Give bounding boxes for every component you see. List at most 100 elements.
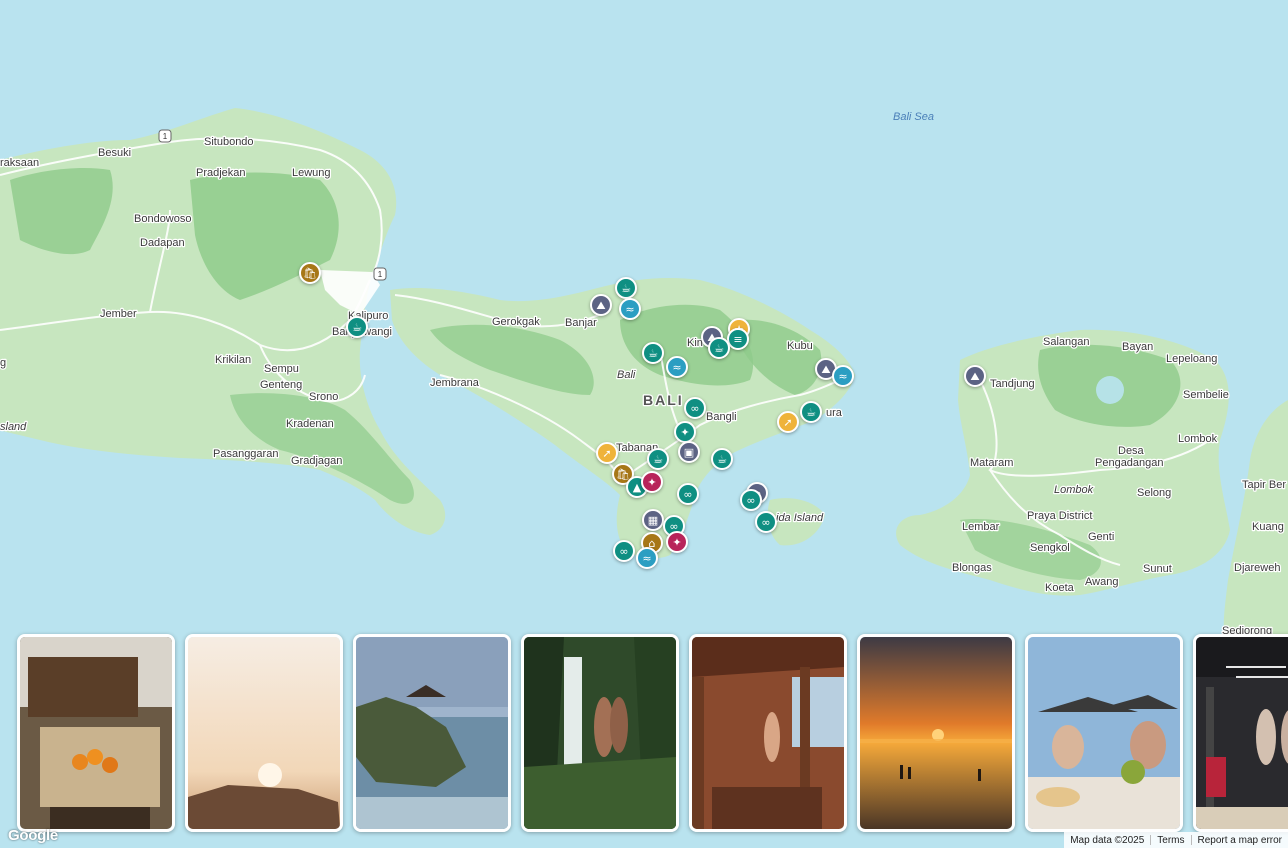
photo-carousel[interactable] (0, 632, 1288, 834)
pool-marker[interactable]: ≈ (619, 298, 641, 320)
food-marker[interactable]: ✦ (674, 421, 696, 443)
photo-card-waterfall[interactable] (521, 634, 679, 832)
photo-card-balcony[interactable] (689, 634, 847, 832)
label-g: g (0, 357, 6, 369)
label-pengadangan: Pengadangan (1095, 457, 1164, 469)
bus-icon: ▦ (647, 513, 659, 527)
label-lombok-town: Lombok (1178, 433, 1218, 445)
report-map-error-link[interactable]: Report a map error (1192, 835, 1288, 846)
cafe-marker[interactable]: ☕ (346, 316, 368, 338)
bag-icon: 🛍 (303, 266, 317, 280)
cafe-marker[interactable]: ☕ (642, 342, 664, 364)
route-shield-1: 1 (158, 129, 172, 143)
label-raksaan: raksaan (0, 157, 39, 169)
label-bayan: Bayan (1122, 341, 1153, 353)
pool-marker[interactable]: ≈ (636, 547, 658, 569)
coffee-icon: ☕ (653, 452, 663, 466)
label-koeta: Koeta (1045, 582, 1075, 594)
map-data-text: Map data ©2025 (1070, 834, 1145, 846)
food-marker[interactable]: ✦ (666, 531, 688, 553)
label-srono: Srono (309, 391, 338, 403)
binoculars-icon: ∞ (761, 515, 771, 529)
coffee-icon: ☕ (648, 346, 658, 360)
label-sembelie: Sembelie (1183, 389, 1229, 401)
map-attribution: Map data ©2025 Terms Report a map error (1064, 832, 1288, 848)
pool-marker[interactable]: ≈ (666, 356, 688, 378)
label-krikilan: Krikilan (215, 354, 251, 366)
cafe-marker[interactable]: ☕ (615, 277, 637, 299)
activity-marker[interactable]: ➚ (777, 411, 799, 433)
hike-marker[interactable]: ⛰ (964, 365, 986, 387)
swim-icon: ≈ (642, 551, 652, 565)
utensils-icon: ✦ (647, 475, 657, 489)
market-photo (20, 637, 172, 829)
cafe-marker[interactable]: ☕ (800, 401, 822, 423)
run-icon: ➚ (602, 446, 612, 460)
label-gradjagan: Gradjagan (291, 455, 342, 467)
label-lombok-island: Lombok (1054, 484, 1094, 496)
balcony-photo (692, 637, 844, 829)
temple-photo (356, 637, 508, 829)
label-gerokgak: Gerokgak (492, 316, 540, 328)
label-tapir-ber: Tapir Ber (1242, 479, 1286, 491)
stay-marker[interactable]: ▣ (678, 441, 700, 463)
photo-card-dinner[interactable] (1025, 634, 1183, 832)
sight-marker[interactable]: ∞ (755, 511, 777, 533)
binoculars-icon: ∞ (690, 401, 700, 415)
binoculars-icon: ∞ (683, 487, 693, 501)
label-bali-italic: Bali (617, 369, 636, 381)
label-sempu: Sempu (264, 363, 299, 375)
label-selong: Selong (1137, 487, 1171, 499)
svg-text:1: 1 (163, 132, 168, 141)
cafe-marker[interactable]: ☕ (708, 337, 730, 359)
photo-card-beach-sunset[interactable] (857, 634, 1015, 832)
bed-icon: ▣ (683, 445, 695, 459)
photo-card-temple[interactable] (353, 634, 511, 832)
waterfall-photo (524, 637, 676, 829)
hike-marker[interactable]: ⛰ (590, 294, 612, 316)
label-nusa-penida: ida Island (776, 512, 824, 524)
sunset-rock-photo (188, 637, 340, 829)
activity-marker[interactable]: ➚ (596, 442, 618, 464)
dinner-photo (1028, 637, 1180, 829)
label-mataram: Mataram (970, 457, 1013, 469)
label-genti: Genti (1088, 531, 1114, 543)
sight-marker[interactable]: ∞ (684, 397, 706, 419)
coffee-icon: ☕ (806, 405, 816, 419)
cafe-marker[interactable]: ☕ (647, 448, 669, 470)
stay-marker[interactable]: ≡ (727, 328, 749, 350)
binoculars-icon: ∞ (669, 519, 679, 533)
sight-marker[interactable]: ∞ (613, 540, 635, 562)
svg-text:1: 1 (378, 270, 383, 279)
label-jember: Jember (100, 308, 137, 320)
terms-link[interactable]: Terms (1151, 835, 1190, 846)
bag-icon: 🛍 (616, 467, 630, 481)
gym-photo (1196, 637, 1288, 829)
sight-marker[interactable]: ∞ (677, 483, 699, 505)
photo-card-sunset-rock[interactable] (185, 634, 343, 832)
label-situbondo: Situbondo (204, 136, 254, 148)
label-kubu: Kubu (787, 340, 813, 352)
photo-card-market[interactable] (17, 634, 175, 832)
food-marker[interactable]: ✦ (641, 471, 663, 493)
swim-icon: ≈ (838, 369, 848, 383)
bottle-icon: ▲ (632, 480, 642, 494)
label-besuki: Besuki (98, 147, 131, 159)
photo-card-gym[interactable] (1193, 634, 1288, 832)
coffee-icon: ☕ (717, 452, 727, 466)
pool-marker[interactable]: ≈ (832, 365, 854, 387)
transport-marker[interactable]: ▦ (642, 509, 664, 531)
label-island-left: sland (0, 421, 27, 433)
label-tandjung: Tandjung (990, 378, 1035, 390)
label-pasanggaran: Pasanggaran (213, 448, 278, 460)
label-lembar: Lembar (962, 521, 1000, 533)
route-shield-2: 1 (373, 267, 387, 281)
label-awang: Awang (1085, 576, 1118, 588)
shopping-marker[interactable]: 🛍 (299, 262, 321, 284)
label-bondowoso: Bondowoso (134, 213, 192, 225)
binoculars-icon: ∞ (746, 493, 756, 507)
label-kradenan: Kradenan (286, 418, 334, 430)
cafe-marker[interactable]: ☕ (711, 448, 733, 470)
label-djareweh: Djareweh (1234, 562, 1280, 574)
sight-marker[interactable]: ∞ (740, 489, 762, 511)
